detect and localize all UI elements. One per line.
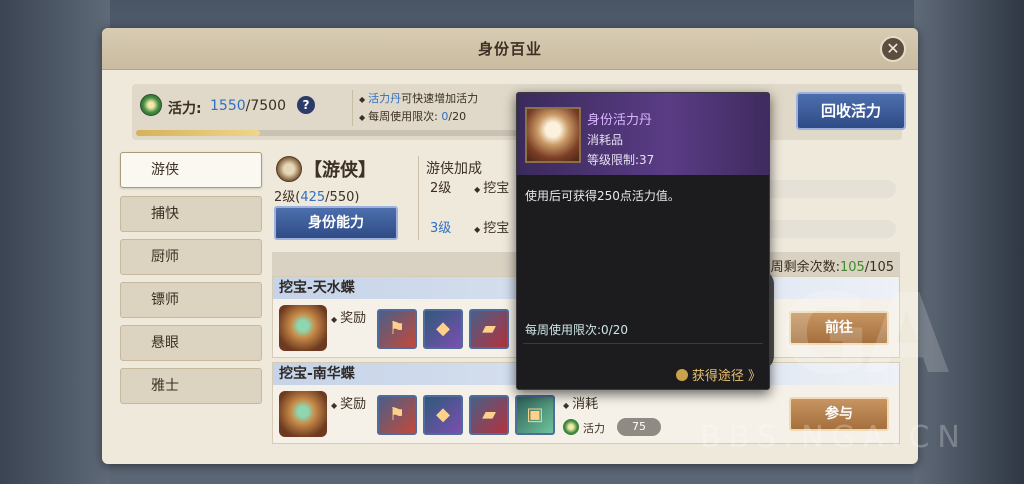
identity-level-max: /550) bbox=[325, 190, 360, 205]
tooltip-item-name: 身份活力丹 bbox=[587, 113, 653, 128]
background-left bbox=[0, 0, 110, 484]
kite-icon[interactable]: ◆ bbox=[423, 309, 463, 349]
diamond-icon: ◆ bbox=[359, 113, 366, 122]
jade-token-icon[interactable]: ▣ bbox=[515, 395, 555, 435]
tooltip-header: 身份活力丹 消耗品 等级限制:37 bbox=[517, 93, 769, 175]
tooltip-divider bbox=[523, 343, 763, 344]
flag-icon[interactable]: ⚑ bbox=[377, 309, 417, 349]
reward-label-text: 奖励 bbox=[340, 397, 367, 412]
watermark-url: BBS.NGA.CN bbox=[700, 420, 968, 455]
tip-text: 可快速增加活力 bbox=[401, 92, 479, 105]
tooltip-item-type: 消耗品 bbox=[587, 133, 624, 147]
cost-value: 75 bbox=[617, 418, 661, 436]
flag-icon[interactable]: ⚑ bbox=[377, 395, 417, 435]
diamond-icon: ◆ bbox=[331, 315, 338, 324]
identity-ability-button[interactable]: 身份能力 bbox=[274, 206, 398, 240]
diamond-icon: ◆ bbox=[563, 401, 570, 410]
panel-header: 身份百业 ✕ bbox=[102, 28, 918, 70]
sidebar-item-youxia[interactable]: 游侠 bbox=[120, 152, 262, 188]
identity-level: 2级(425/550) bbox=[274, 186, 359, 205]
help-icon[interactable]: ? bbox=[297, 96, 315, 114]
fabric-icon[interactable]: ▰ bbox=[469, 395, 509, 435]
vitality-small-icon bbox=[563, 419, 579, 435]
vitality-label: 活力: bbox=[168, 101, 202, 117]
vitality-pill-icon bbox=[525, 107, 581, 163]
bonus-level: 2级 bbox=[430, 181, 452, 196]
reward-items: ⚑ ◆ ▰ ▣ bbox=[377, 395, 555, 435]
tooltip-description: 使用后可获得250点活力值。 bbox=[525, 189, 680, 203]
cost-name: 活力 bbox=[583, 422, 605, 435]
obtain-icon bbox=[675, 369, 688, 381]
diamond-icon: ◆ bbox=[474, 185, 481, 194]
bonus-text: 挖宝 bbox=[483, 221, 510, 236]
kite-icon[interactable]: ◆ bbox=[423, 395, 463, 435]
reward-label-text: 奖励 bbox=[340, 311, 367, 326]
sidebar-item-xuanyan[interactable]: 悬眼 bbox=[120, 325, 262, 361]
vitality-current: 1550 bbox=[210, 98, 246, 114]
tip-prefix: 每周使用限次: bbox=[368, 110, 442, 123]
vitality-tips: ◆ 活力丹可快速增加活力 ◆ 每周使用限次: 0/20 bbox=[352, 90, 512, 126]
reward-label: ◆ 奖励 bbox=[331, 307, 366, 326]
diamond-icon: ◆ bbox=[474, 225, 481, 234]
section-divider bbox=[418, 156, 419, 240]
treasure-chest-icon bbox=[279, 305, 327, 351]
item-tooltip: 身份活力丹 消耗品 等级限制:37 使用后可获得250点活力值。 每周使用限次:… bbox=[516, 92, 770, 390]
vitality-max: /7500 bbox=[245, 98, 286, 114]
identity-level-prefix: 2级( bbox=[274, 190, 301, 205]
diamond-icon: ◆ bbox=[359, 95, 366, 104]
fabric-icon[interactable]: ▰ bbox=[469, 309, 509, 349]
bonus-text: 挖宝 bbox=[483, 181, 510, 196]
tip-item-name: 活力丹 bbox=[368, 92, 402, 105]
sidebar-item-yashi[interactable]: 雅士 bbox=[120, 368, 262, 404]
identity-panel: 身份百业 ✕ 活力: 1550/7500 ? ◆ 活力丹可快速增加活力 ◆ 每周使用… bbox=[102, 28, 918, 464]
sidebar-item-bukuai[interactable]: 捕快 bbox=[120, 196, 262, 232]
tooltip-weekly-limit: 每周使用限次:0/20 bbox=[525, 323, 628, 337]
reward-label: ◆ 奖励 bbox=[331, 393, 366, 412]
vitality-value: 1550/7500 bbox=[210, 98, 286, 114]
bonus-title: 游侠加成 bbox=[426, 161, 482, 177]
cost-label-text: 消耗 bbox=[572, 397, 599, 412]
sidebar-item-chushi[interactable]: 厨师 bbox=[120, 239, 262, 275]
recover-vitality-button[interactable]: 回收活力 bbox=[796, 92, 906, 130]
sidebar-item-biaoshi[interactable]: 镖师 bbox=[120, 282, 262, 318]
identity-level-current: 425 bbox=[300, 190, 326, 205]
close-icon: ✕ bbox=[886, 39, 900, 58]
vitality-progress-fill bbox=[136, 130, 261, 136]
reward-items: ⚑ ◆ ▰ bbox=[377, 309, 509, 349]
watermark-brand: GA bbox=[780, 270, 949, 398]
bonus-level: 3级 bbox=[430, 221, 452, 236]
tooltip-level-limit: 等级限制:37 bbox=[587, 153, 655, 167]
close-button[interactable]: ✕ bbox=[880, 36, 906, 62]
obtain-source-link[interactable]: 获得途径 》 bbox=[675, 365, 761, 384]
identity-emblem-icon bbox=[276, 156, 302, 182]
panel-title: 身份百业 bbox=[477, 40, 542, 58]
obtain-link-text: 获得途径 》 bbox=[691, 369, 761, 384]
treasure-chest-icon bbox=[279, 391, 327, 437]
background-right bbox=[914, 0, 1024, 484]
vitality-icon bbox=[140, 94, 162, 116]
tip-limit: /20 bbox=[448, 110, 467, 123]
cost-label: ◆ 消耗 bbox=[563, 393, 598, 412]
diamond-icon: ◆ bbox=[331, 401, 338, 410]
identity-name: 【游侠】 bbox=[304, 160, 376, 181]
